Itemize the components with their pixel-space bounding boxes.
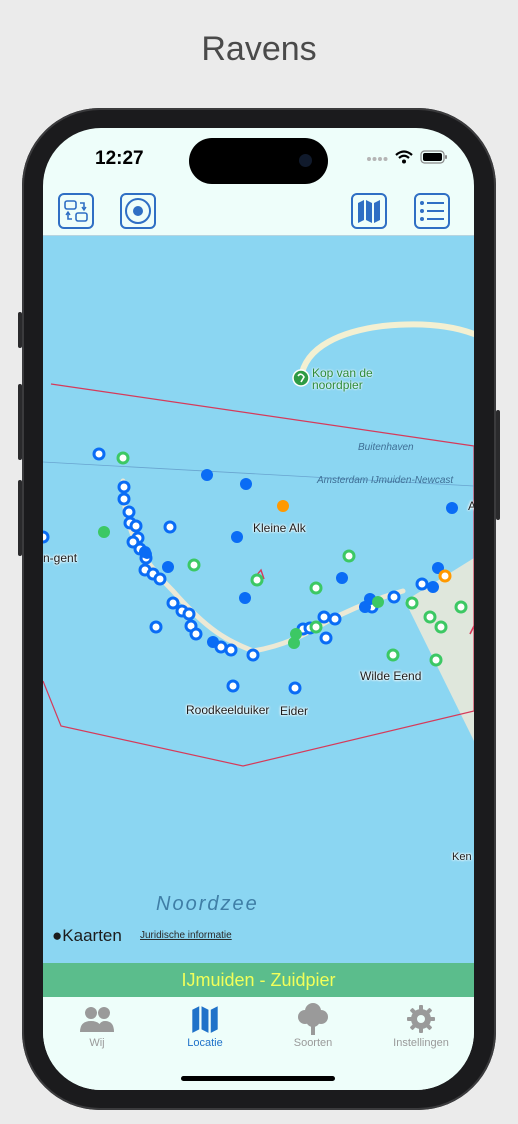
dynamic-island <box>189 138 328 184</box>
map-icon <box>192 1006 218 1033</box>
tab-instellingen-label: Instellingen <box>393 1037 449 1049</box>
tab-wij[interactable]: Wij <box>43 1003 151 1049</box>
water-label-ferry: Amsterdam IJmuiden-Newcast <box>317 475 454 486</box>
switch-icon <box>64 200 88 222</box>
tree-icon <box>298 1003 328 1035</box>
map-view[interactable]: Kop van de noordpier Buitenhaven Amsterd… <box>43 235 474 964</box>
signal-icon <box>367 157 388 161</box>
target-icon <box>125 198 151 224</box>
location-name-bar[interactable]: IJmuiden - Zuidpier <box>43 963 474 997</box>
map-label-wilde-eend[interactable]: Wilde Eend <box>360 669 421 683</box>
battery-icon <box>420 150 447 164</box>
tab-soorten[interactable]: Soorten <box>259 1003 367 1049</box>
poi-marker <box>292 369 310 387</box>
map-icon <box>358 200 380 223</box>
volume-down-button <box>18 480 22 556</box>
list-icon <box>420 201 444 221</box>
map-canvas <box>43 321 474 767</box>
list-view-button[interactable] <box>414 193 450 229</box>
water-label-buitenhaven: Buitenhaven <box>358 442 414 453</box>
power-button <box>496 410 500 520</box>
legal-link[interactable]: Juridische informatie <box>140 930 232 941</box>
tab-instellingen[interactable]: Instellingen <box>367 1003 474 1049</box>
action-button <box>18 312 22 348</box>
tab-locatie[interactable]: Locatie <box>151 1003 259 1049</box>
screen: 12:27 Kop van de noordpier Buitenhaven A… <box>43 128 474 1090</box>
home-indicator[interactable] <box>181 1076 335 1081</box>
switch-location-button[interactable] <box>58 193 94 229</box>
sea-label-noordzee: Noordzee <box>156 893 259 915</box>
map-label-ken: Ken <box>452 851 472 863</box>
camera-icon <box>299 154 312 167</box>
maps-attribution: ●Kaarten <box>52 926 122 946</box>
people-icon <box>80 1007 114 1032</box>
apple-logo-icon: ● <box>52 926 63 945</box>
status-icons <box>366 150 448 164</box>
map-view-button[interactable] <box>351 193 387 229</box>
map-label-a[interactable]: A <box>468 499 474 513</box>
gear-icon <box>407 1005 435 1033</box>
poi-label-line2: noordpier <box>312 378 363 392</box>
status-time: 12:27 <box>95 148 144 169</box>
poi-label[interactable]: Kop van de noordpier <box>312 367 373 391</box>
map-label-eider[interactable]: Eider <box>280 704 308 718</box>
tab-locatie-label: Locatie <box>187 1037 223 1049</box>
maps-brand: Kaarten <box>62 926 122 945</box>
volume-up-button <box>18 384 22 460</box>
page-title: Ravens <box>201 30 317 68</box>
wifi-icon <box>395 150 413 164</box>
map-label-roodkeelduiker[interactable]: Roodkeelduiker <box>186 703 269 717</box>
tab-soorten-label: Soorten <box>293 1037 333 1049</box>
center-location-button[interactable] <box>120 193 156 229</box>
map-label-gent[interactable]: n-gent <box>43 551 77 565</box>
tab-wij-label: Wij <box>89 1037 105 1049</box>
map-label-kleine-alk[interactable]: Kleine Alk <box>253 521 306 535</box>
